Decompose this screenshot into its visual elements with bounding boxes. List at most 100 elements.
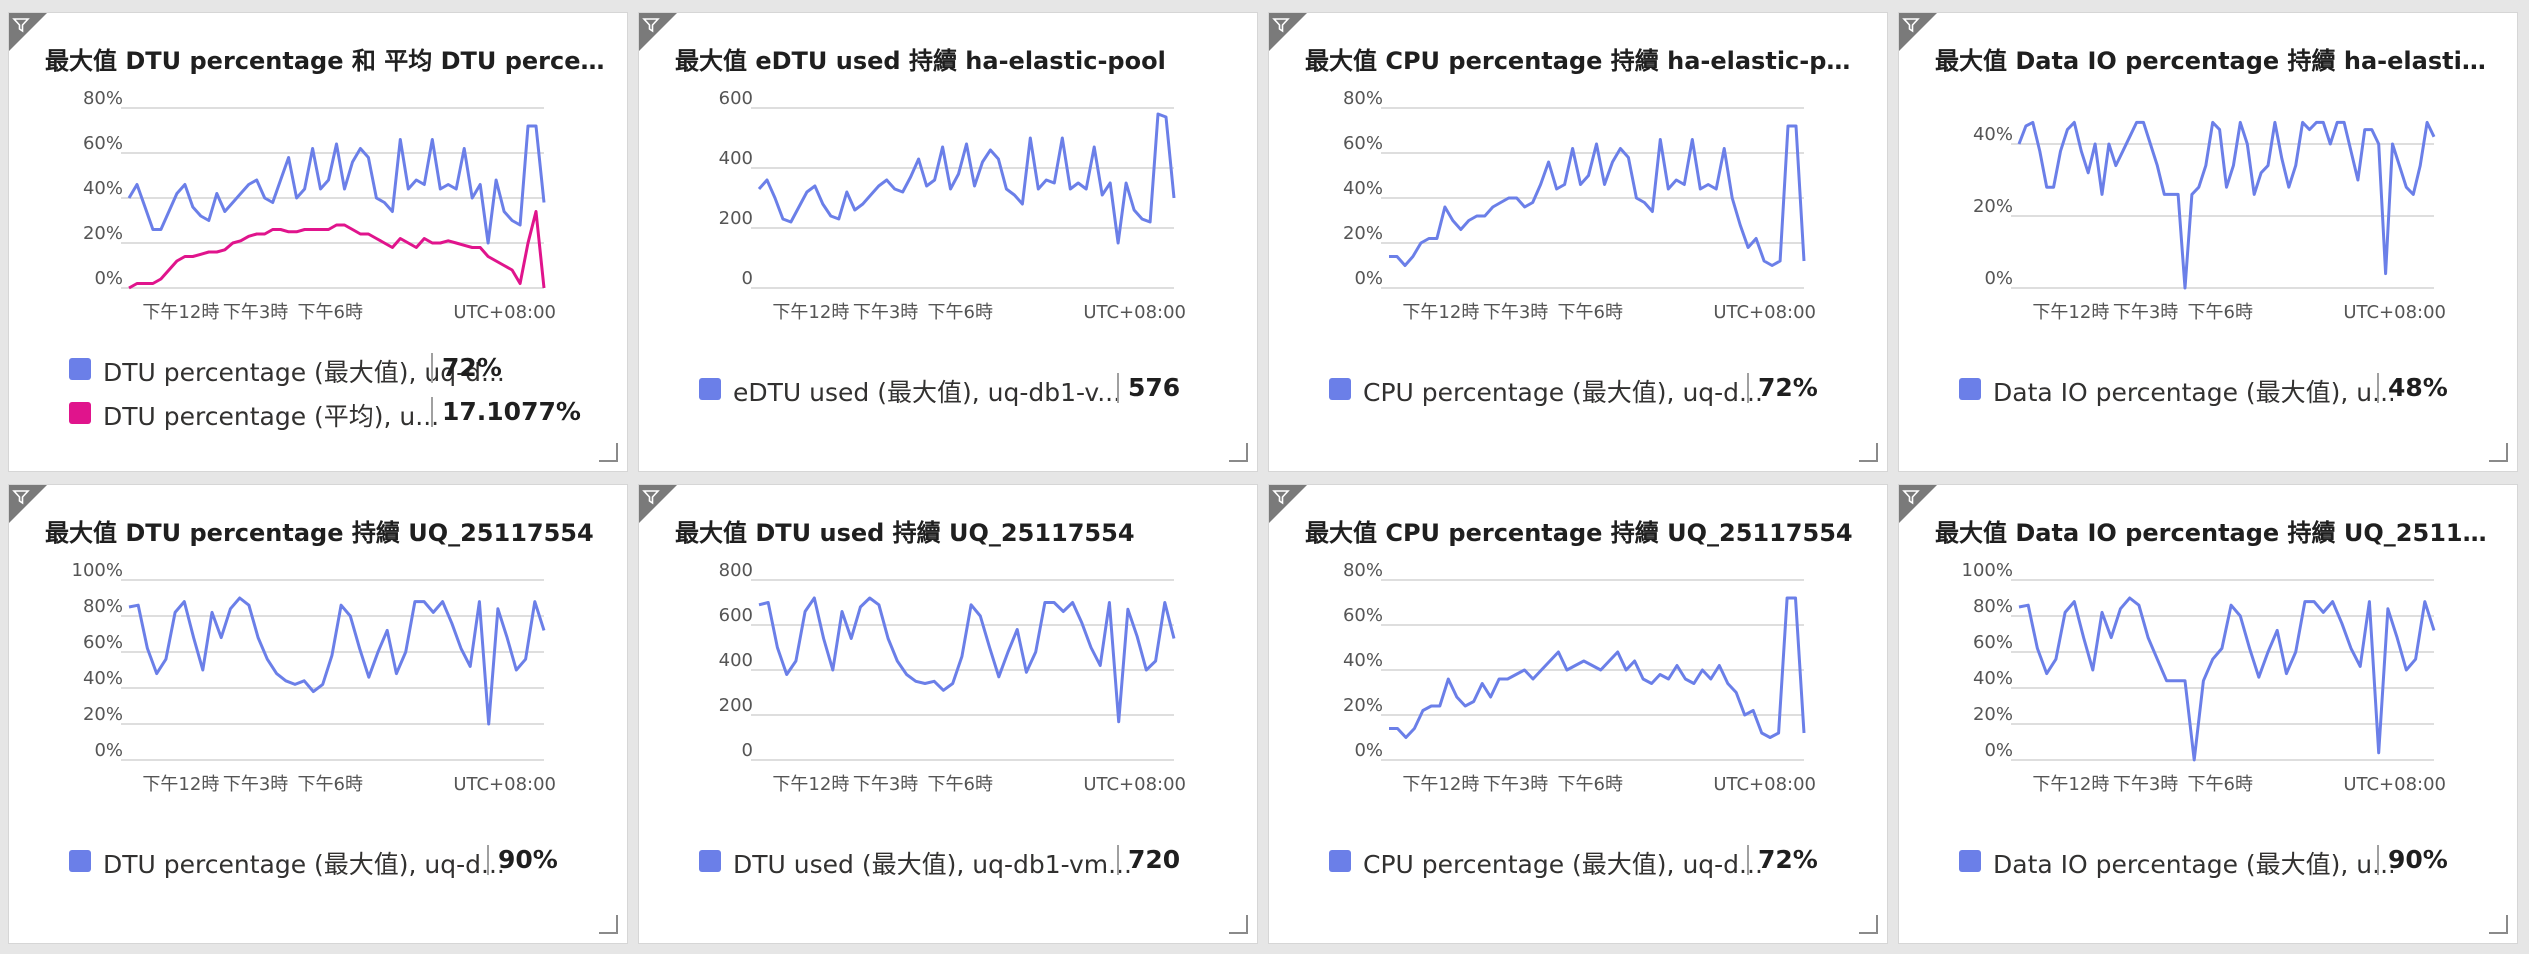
x-tick-label: 下午6時 [1558, 774, 1623, 795]
legend-value: 90% [2377, 845, 2448, 875]
y-tick-label: 0% [1984, 740, 2013, 761]
series-line[interactable] [128, 210, 546, 290]
resize-handle-icon[interactable] [597, 913, 619, 935]
resize-handle-icon[interactable] [2487, 441, 2509, 463]
series-line[interactable] [1389, 596, 1806, 739]
legend-label: Data IO percentage (最大值), u... [1993, 378, 2393, 407]
x-tick-label: 下午3時 [853, 302, 918, 323]
line-chart: 0% 20% 40% 60% 80% 下午12時 下午3時 下午6時 UTC+08:00 [1343, 560, 1816, 795]
legend-item[interactable]: Data IO percentage (最大值), u... 90% [1959, 840, 2499, 884]
legend-item[interactable]: Data IO percentage (最大值), u... 48% [1959, 368, 2499, 412]
resize-handle-icon[interactable] [1857, 441, 1879, 463]
resize-handle-icon[interactable] [597, 441, 619, 463]
series-line[interactable] [2018, 596, 2436, 762]
x-tick-label: 下午12時 [1402, 302, 1479, 323]
resize-handle-icon[interactable] [1857, 913, 1879, 935]
chart-tile[interactable]: 最大值 CPU percentage 持續 ha-elastic-pool 0% 2… [1268, 12, 1888, 472]
y-tick-label: 80% [83, 88, 123, 109]
legend-swatch [1329, 378, 1351, 400]
legend-value: 48% [2377, 373, 2448, 403]
x-tick-label: 下午3時 [853, 774, 918, 795]
legend-label: Data IO percentage (最大值), u... [1993, 850, 2393, 879]
y-tick-label: 0% [1984, 268, 2013, 289]
y-tick-label: 80% [1343, 560, 1383, 581]
y-tick-label: 80% [83, 596, 123, 617]
timezone-label: UTC+08:00 [453, 302, 556, 323]
x-tick-label: 下午3時 [2113, 302, 2178, 323]
legend-item[interactable]: DTU percentage (最大值), uq-d... 72% [69, 348, 609, 392]
x-tick-label: 下午6時 [2188, 774, 2253, 795]
series-line[interactable] [757, 112, 1176, 245]
x-tick-label: 下午6時 [298, 302, 363, 323]
chart-legend: DTU percentage (最大值), uq-d... 72% DTU perc… [69, 348, 609, 436]
legend-item[interactable]: eDTU used (最大值), uq-db1-v... 576 [699, 368, 1239, 412]
legend-item[interactable]: CPU percentage (最大值), uq-d... 72% [1329, 368, 1869, 412]
series-line[interactable] [758, 596, 1176, 724]
x-tick-label: 下午3時 [223, 302, 288, 323]
resize-handle-icon[interactable] [2487, 913, 2509, 935]
x-tick-label: 下午6時 [298, 774, 363, 795]
timezone-label: UTC+08:00 [1713, 774, 1816, 795]
legend-item[interactable]: CPU percentage (最大值), uq-d... 72% [1329, 840, 1869, 884]
legend-item[interactable]: DTU used (最大值), uq-db1-vm... 720 [699, 840, 1239, 884]
y-tick-label: 100% [72, 560, 123, 581]
y-tick-label: 400 [719, 148, 753, 169]
x-tick-label: 下午3時 [2113, 774, 2178, 795]
chart-tile[interactable]: 最大值 DTU percentage 持續 UQ_25117554 0% 20% 40… [8, 484, 628, 944]
y-tick-label: 40% [1973, 124, 2013, 145]
timezone-label: UTC+08:00 [2343, 774, 2446, 795]
y-tick-label: 20% [83, 704, 123, 725]
x-tick-label: 下午12時 [2032, 774, 2109, 795]
x-tick-label: 下午12時 [772, 302, 849, 323]
legend-label: CPU percentage (最大值), uq-d... [1363, 850, 1763, 879]
line-chart: 0% 20% 40% 60% 80% 100% 下午12時 下午3時 下午6時 UTC+08:00 [1962, 560, 2446, 795]
legend-swatch [1959, 850, 1981, 872]
legend-swatch [699, 378, 721, 400]
x-tick-label: 下午3時 [1483, 774, 1548, 795]
series-line[interactable] [1389, 124, 1806, 267]
chart-legend: DTU used (最大值), uq-db1-vm... 720 [699, 840, 1239, 884]
chart-tile[interactable]: 最大值 eDTU used 持續 ha-elastic-pool 0 200 400 6… [638, 12, 1258, 472]
legend-label: eDTU used (最大值), uq-db1-v... [733, 378, 1122, 407]
y-tick-label: 0 [742, 268, 753, 289]
line-chart: 0% 20% 40% 60% 80% 下午12時 下午3時 下午6時 UTC+08:00 [83, 88, 556, 323]
y-tick-label: 100% [1962, 560, 2013, 581]
legend-value: 90% [487, 845, 558, 875]
chart-tile[interactable]: 最大值 DTU used 持續 UQ_25117554 0 200 400 600 800… [638, 484, 1258, 944]
chart-tile[interactable]: 最大值 CPU percentage 持續 UQ_25117554 0% 20% 40… [1268, 484, 1888, 944]
y-tick-label: 600 [719, 605, 753, 626]
chart-legend: CPU percentage (最大值), uq-d... 72% [1329, 840, 1869, 884]
y-tick-label: 60% [1343, 605, 1383, 626]
resize-handle-icon[interactable] [1227, 913, 1249, 935]
y-tick-label: 200 [719, 695, 753, 716]
chart-legend: DTU percentage (最大值), uq-d... 90% [69, 840, 609, 884]
y-tick-label: 40% [83, 178, 123, 199]
x-tick-label: 下午6時 [928, 302, 993, 323]
x-tick-label: 下午6時 [1558, 302, 1623, 323]
series-line[interactable] [2017, 120, 2436, 290]
series-line[interactable] [128, 596, 546, 726]
chart-legend: CPU percentage (最大值), uq-d... 72% [1329, 368, 1869, 412]
timezone-label: UTC+08:00 [453, 774, 556, 795]
legend-item[interactable]: DTU percentage (最大值), uq-d... 90% [69, 840, 609, 884]
chart-legend: Data IO percentage (最大值), u... 90% [1959, 840, 2499, 884]
y-tick-label: 0% [94, 268, 123, 289]
chart-tile[interactable]: 最大值 DTU percentage 和 平均 DTU percen... 0% 2… [8, 12, 628, 472]
legend-value: 17.1077% [431, 397, 581, 427]
y-tick-label: 60% [1343, 133, 1383, 154]
x-tick-label: 下午3時 [1483, 302, 1548, 323]
y-tick-label: 200 [719, 208, 753, 229]
legend-label: DTU used (最大值), uq-db1-vm... [733, 850, 1132, 879]
line-chart: 0 200 400 600 下午12時 下午3時 下午6時 UTC+08:00 [719, 88, 1186, 323]
y-tick-label: 40% [1973, 668, 2013, 689]
timezone-label: UTC+08:00 [1713, 302, 1816, 323]
chart-tile[interactable]: 最大值 Data IO percentage 持續 UQ_25117... 0% 2… [1898, 484, 2518, 944]
legend-swatch [69, 850, 91, 872]
resize-handle-icon[interactable] [1227, 441, 1249, 463]
legend-item[interactable]: DTU percentage (平均), u... 17.1077% [69, 392, 609, 436]
timezone-label: UTC+08:00 [2343, 302, 2446, 323]
x-tick-label: 下午12時 [2032, 302, 2109, 323]
legend-value: 72% [1747, 373, 1818, 403]
chart-tile[interactable]: 最大值 Data IO percentage 持續 ha-elastic-...… [1898, 12, 2518, 472]
line-chart: 0% 20% 40% 下午12時 下午3時 下午6時 UTC+08:00 [1973, 120, 2446, 323]
